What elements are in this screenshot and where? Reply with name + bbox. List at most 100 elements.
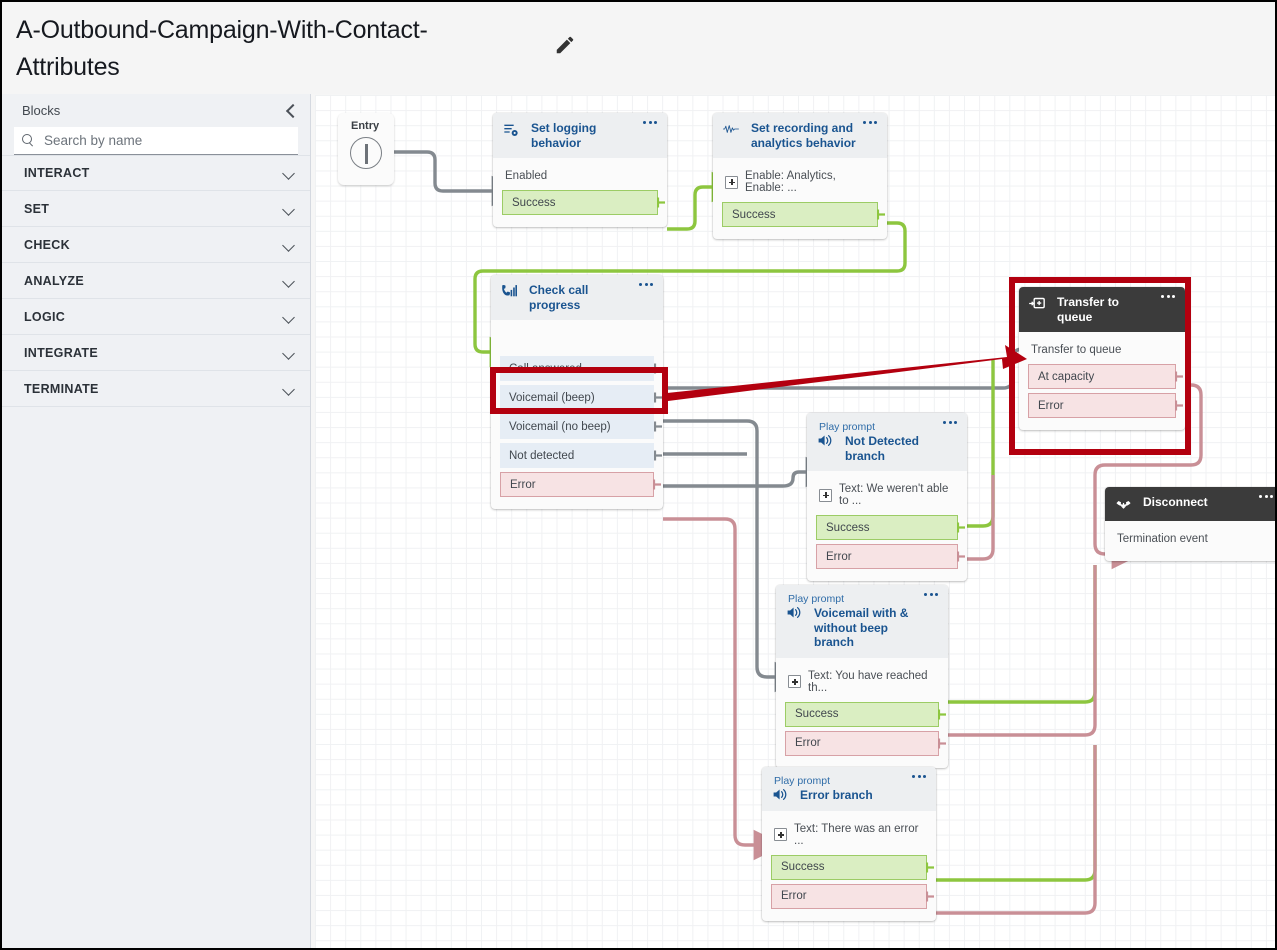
branch-port[interactable]	[1175, 400, 1184, 411]
node-title: Disconnect	[1143, 495, 1208, 509]
search-input[interactable]: Search by name	[14, 127, 298, 155]
flow-node-transfer-to-queue[interactable]: Transfer to queue Transfer to queue At cap…	[1019, 287, 1185, 430]
sidebar-category-label: INTERACT	[24, 166, 90, 180]
overflow-menu-icon[interactable]	[639, 283, 655, 288]
node-entry-text: Text: We weren't able to ...	[839, 483, 949, 507]
branch-port[interactable]	[654, 450, 663, 461]
sidebar-category-integrate[interactable]: INTEGRATE	[2, 335, 310, 371]
node-branch-error[interactable]: Error	[500, 472, 661, 497]
chevron-left-icon[interactable]	[284, 104, 298, 118]
node-branch-error[interactable]: Error	[785, 730, 946, 756]
node-branch-call-answered[interactable]: Call answered	[500, 356, 662, 381]
blocks-panel-label: Blocks	[22, 103, 61, 118]
flow-node-error-branch[interactable]: Play prompt Error branch Text: There was a…	[762, 767, 936, 921]
node-body: Text: We weren't able to ... Success Error	[807, 471, 967, 581]
flow-node-not-detected-branch[interactable]: Play prompt Not Detected branch Text: We w…	[807, 413, 967, 581]
node-title: Error branch	[800, 788, 873, 802]
plus-icon[interactable]	[774, 828, 787, 841]
branch-port[interactable]	[654, 421, 663, 432]
overflow-menu-icon[interactable]	[912, 775, 928, 780]
blocks-panel-header: Blocks	[2, 94, 310, 127]
flow-node-set-logging[interactable]: Set logging behavior Enabled Success	[493, 113, 667, 227]
node-branch-error[interactable]: Error	[771, 883, 934, 909]
speaker-icon	[817, 433, 833, 453]
node-branch-success[interactable]: Success	[785, 701, 946, 727]
node-branch-voicemail-beep[interactable]: Voicemail (beep)	[500, 385, 662, 410]
chevron-down-icon[interactable]	[282, 310, 296, 324]
node-branch-error[interactable]: Error	[1028, 393, 1183, 418]
node-kicker: Play prompt	[819, 421, 876, 433]
branch-port[interactable]	[657, 197, 666, 208]
node-entry-text: Text: You have reached th...	[808, 669, 928, 694]
chevron-down-icon[interactable]	[282, 166, 296, 180]
overflow-menu-icon[interactable]	[943, 421, 959, 426]
search-icon	[22, 134, 35, 147]
node-branch-at-capacity[interactable]: At capacity	[1028, 364, 1183, 389]
sidebar-category-set[interactable]: SET	[2, 191, 310, 227]
node-branch-voicemail-no-beep[interactable]: Voicemail (no beep)	[500, 414, 662, 439]
branch-label: Error	[826, 550, 852, 563]
search-placeholder: Search by name	[44, 133, 143, 148]
node-body: Text: There was an error ... Success Error	[762, 811, 936, 921]
node-entry-text: Enable: Analytics, Enable: ...	[745, 170, 836, 194]
plus-icon[interactable]	[819, 488, 832, 502]
sidebar-category-logic[interactable]: LOGIC	[2, 299, 310, 335]
branch-port[interactable]	[957, 551, 966, 562]
overflow-menu-icon[interactable]	[924, 593, 940, 598]
call-progress-icon	[501, 284, 517, 304]
node-entry-row: Termination event	[1105, 527, 1275, 553]
branch-port[interactable]	[926, 891, 935, 902]
node-branch-error[interactable]: Error	[816, 544, 965, 569]
branch-port[interactable]	[938, 709, 947, 720]
flow-node-check-call-progress[interactable]: Check call progress Call answered Voicemai…	[491, 275, 663, 509]
node-body: Text: You have reached th... Success Error	[776, 658, 948, 768]
branch-port[interactable]	[926, 862, 935, 873]
branch-port[interactable]	[653, 479, 662, 490]
chevron-down-icon[interactable]	[282, 346, 296, 360]
pencil-icon[interactable]	[554, 34, 576, 56]
page-title: A-Outbound-Campaign-With-Contact-Attribu…	[16, 16, 428, 81]
node-header: Play prompt Not Detected branch	[807, 413, 967, 471]
node-entry-row: Enable: Analytics, Enable: ...	[713, 164, 887, 202]
flow-node-disconnect[interactable]: Disconnect Termination event	[1105, 487, 1275, 561]
sidebar-category-analyze[interactable]: ANALYZE	[2, 263, 310, 299]
branch-port[interactable]	[654, 392, 663, 403]
entry-node[interactable]: Entry	[338, 113, 394, 185]
branch-label: Call answered	[509, 362, 582, 375]
branch-port[interactable]	[1175, 371, 1184, 382]
overflow-menu-icon[interactable]	[1161, 295, 1177, 300]
sidebar-category-label: LOGIC	[24, 309, 66, 324]
branch-port[interactable]	[938, 738, 947, 749]
flow-node-voicemail-branch[interactable]: Play prompt Voicemail with & without beep…	[776, 585, 948, 768]
node-branch-not-detected[interactable]: Not detected	[500, 443, 662, 468]
node-branch-success[interactable]: Success	[771, 854, 934, 880]
flow-node-set-recording[interactable]: Set recording and analytics behavior Enab…	[713, 113, 887, 239]
node-branch-success[interactable]: Success	[722, 202, 885, 227]
plus-icon[interactable]	[788, 675, 801, 688]
branch-port[interactable]	[957, 522, 966, 533]
sidebar-category-interact[interactable]: INTERACT	[2, 155, 310, 191]
waveform-icon	[723, 122, 740, 141]
plus-icon[interactable]	[725, 175, 738, 189]
branch-label: Success	[512, 196, 556, 209]
node-branch-success[interactable]: Success	[502, 190, 665, 215]
page-header: A-Outbound-Campaign-With-Contact-Attribu…	[2, 2, 1275, 94]
block-category-list: INTERACT SET CHECK ANALYZE LOGIC INTEGRATE TER…	[2, 155, 310, 407]
overflow-menu-icon[interactable]	[1259, 495, 1275, 500]
sidebar-category-check[interactable]: CHECK	[2, 227, 310, 263]
branch-label: Success	[781, 861, 825, 873]
node-kicker: Play prompt	[788, 593, 845, 605]
branch-label: Error	[781, 890, 807, 902]
node-body: Termination event	[1105, 521, 1275, 561]
chevron-down-icon[interactable]	[282, 202, 296, 216]
flow-canvas[interactable]: Entry Set logging behavior Enabled Success…	[315, 95, 1275, 948]
branch-port[interactable]	[654, 363, 663, 374]
overflow-menu-icon[interactable]	[863, 121, 879, 126]
chevron-down-icon[interactable]	[282, 382, 296, 396]
sidebar-category-terminate[interactable]: TERMINATE	[2, 371, 310, 407]
branch-port[interactable]	[877, 209, 886, 220]
overflow-menu-icon[interactable]	[643, 121, 659, 126]
node-branch-success[interactable]: Success	[816, 515, 965, 540]
chevron-down-icon[interactable]	[282, 274, 296, 288]
chevron-down-icon[interactable]	[282, 238, 296, 252]
